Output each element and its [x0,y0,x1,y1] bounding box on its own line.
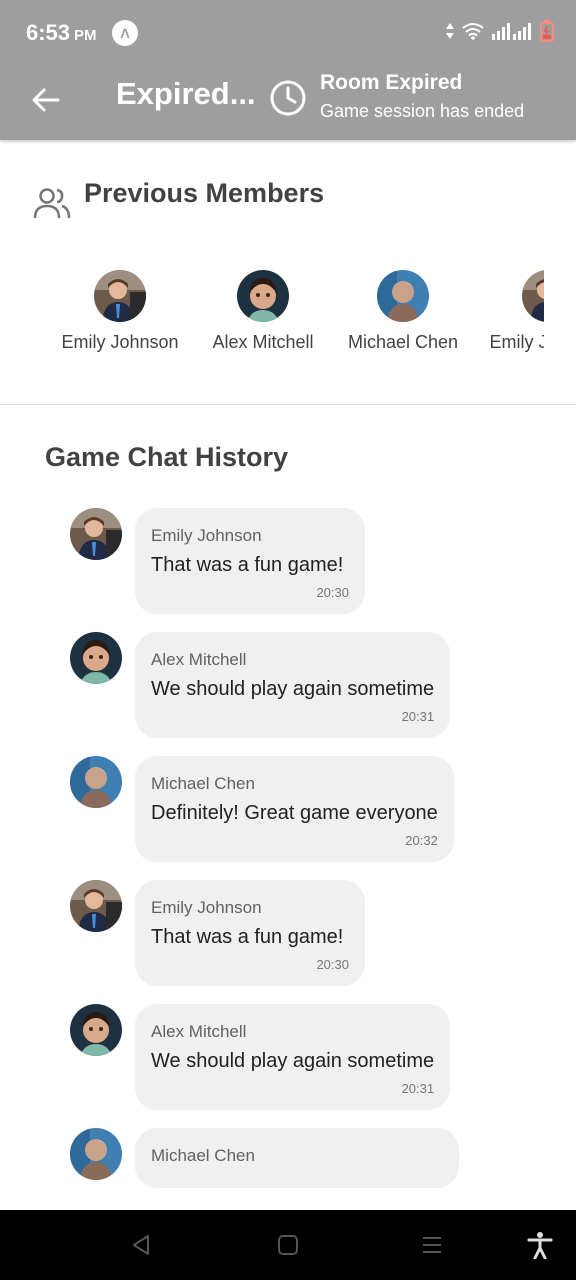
chat-message: Michael Chen [70,1128,459,1188]
status-icons [446,20,554,42]
avatar-michael[interactable] [70,1128,122,1180]
arrow-left-icon [32,88,60,112]
system-nav-bar [0,1210,576,1280]
message-bubble[interactable]: Alex Mitchell We should play again somet… [135,632,451,738]
signal-icon [492,23,531,40]
previous-members-section: Previous Members Emily Johnson Alex Mitc… [0,140,576,405]
member-item[interactable]: Alex Mitchell [206,270,320,353]
message-bubble[interactable]: Michael Chen [135,1128,459,1188]
status-time-value: 6:53 [26,20,71,45]
data-arrows-icon [446,23,454,39]
avatar-emily[interactable] [70,508,122,560]
nav-recents-button[interactable] [419,1232,445,1258]
members-title: Previous Members [84,178,325,208]
avatar-alex [237,270,289,322]
chat-history-section[interactable]: Game Chat History Emily Johnson That was… [0,404,576,1210]
wifi-icon [462,23,484,40]
message-sender: Emily Johnson [151,526,262,545]
status-time-ampm: PM [74,27,97,44]
page-title: Expired... [116,76,256,111]
message-time: 20:31 [401,1081,435,1096]
avatar-alex[interactable] [70,632,122,684]
message-bubble[interactable]: Michael Chen Definitely! Great game ever… [135,756,454,862]
app-screen: 6:53 PM Λ Expired... Room Expired Game se… [0,0,576,1280]
group-icon [33,188,71,219]
status-bar: 6:53 PM Λ [0,0,576,62]
message-time: 20:31 [401,709,435,724]
accessibility-icon [527,1232,553,1259]
member-name: Alex Mitchell [212,332,314,352]
app-notification-icon: Λ [112,20,138,46]
avatar-emily [94,270,146,322]
avatar-emily [522,270,544,322]
message-text: That was a fun game! [151,554,344,576]
message-time: 20:32 [405,833,438,848]
battery-icon [540,20,554,42]
message-text: That was a fun game! [151,926,344,948]
app-header: Expired... Room Expired Game session has… [0,62,576,140]
chat-message: Alex Mitchell We should play again somet… [70,632,451,738]
message-time: 20:30 [316,585,349,600]
member-name: Emily Johnson [61,332,179,352]
member-name: Michael Chen [347,332,459,352]
nav-home-button[interactable] [275,1232,301,1258]
avatar-alex[interactable] [70,1004,122,1056]
message-sender: Michael Chen [151,774,255,793]
status-time: 6:53 PM [26,20,97,46]
message-bubble[interactable]: Emily Johnson That was a fun game! 20:30 [135,880,365,986]
chat-message: Emily Johnson That was a fun game! 20:30 [70,880,365,986]
member-list: Emily Johnson Alex Mitchell Michael Chen… [0,270,544,380]
avatar-emily[interactable] [70,880,122,932]
message-sender: Alex Mitchell [151,650,247,669]
message-text: We should play again sometime [151,678,435,700]
square-home-icon [278,1235,298,1255]
chat-message: Michael Chen Definitely! Great game ever… [70,756,454,862]
member-item[interactable]: Michael Chen [344,270,462,353]
member-item[interactable]: Emily Johnson [58,270,182,353]
room-status-title: Room Expired [320,71,463,94]
nav-back-button[interactable] [128,1232,154,1258]
message-sender: Alex Mitchell [151,1022,247,1041]
accessibility-button[interactable] [527,1232,553,1259]
member-item[interactable]: Emily Johnson [486,270,544,353]
message-text: Definitely! Great game everyone [151,802,438,824]
clock-icon [270,80,306,116]
chat-message: Alex Mitchell We should play again somet… [70,1004,451,1110]
avatar-michael[interactable] [70,756,122,808]
room-status: Room Expired Game session has ended [320,70,524,126]
message-sender: Emily Johnson [151,898,262,917]
chat-title: Game Chat History [45,442,289,472]
chat-message: Emily Johnson That was a fun game! 20:30 [70,508,365,614]
message-text: We should play again sometime [151,1050,435,1072]
message-bubble[interactable]: Alex Mitchell We should play again somet… [135,1004,451,1110]
message-time: 20:30 [316,957,349,972]
triangle-back-icon [133,1235,149,1255]
member-name: Emily Johnson [489,332,544,352]
back-button[interactable] [28,82,64,118]
room-status-subtitle: Game session has ended [320,101,525,121]
message-sender: Michael Chen [151,1146,255,1165]
avatar-michael [377,270,429,322]
menu-lines-icon [423,1237,441,1253]
message-bubble[interactable]: Emily Johnson That was a fun game! 20:30 [135,508,365,614]
